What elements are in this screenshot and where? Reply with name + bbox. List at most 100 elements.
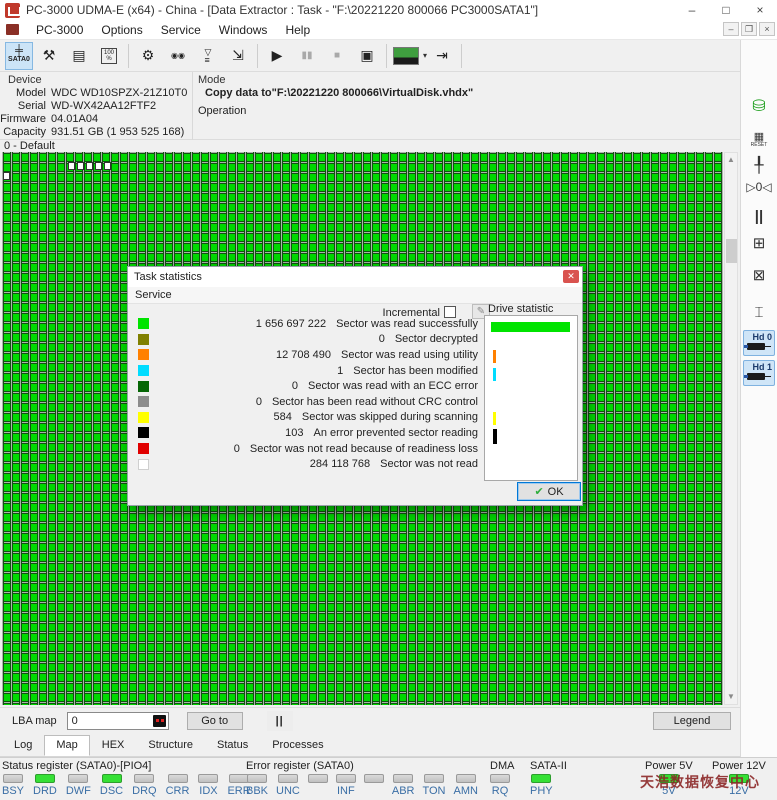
stat-row: 584 Sector was skipped during scanning [138, 410, 478, 426]
close-button[interactable]: × [743, 0, 777, 20]
error-register-group: Error register (SATA0) BBK UNC INF ABR TON AM… [246, 760, 478, 797]
stat-label: Sector has been read without CRC control [271, 395, 478, 408]
led-label: RQ [491, 785, 509, 797]
stat-value: 0 [255, 395, 262, 408]
lba-map-label: LBA map [12, 714, 57, 727]
unread-sector-block[interactable] [95, 162, 102, 170]
mdi-restore-button[interactable]: ❐ [741, 22, 757, 36]
ok-button[interactable]: ✔ OK [517, 482, 581, 501]
dialog-close-icon[interactable]: ✕ [563, 270, 579, 283]
restore-data-button[interactable]: ⛁ [741, 96, 777, 116]
toolbar-separator [461, 43, 463, 68]
menu-service[interactable]: Service [152, 21, 210, 39]
map-view-button[interactable] [392, 42, 420, 70]
stat-row: 1 656 697 222 Sector was read successfull… [138, 316, 478, 332]
tab-structure[interactable]: Structure [136, 735, 205, 756]
close-windows-icon: ⊠ [752, 267, 766, 284]
exit-task-button[interactable]: ⇥ [428, 42, 456, 70]
menu-bar: PC-3000 Options Service Windows Help – ❐… [0, 20, 777, 40]
mdi-minimize-button[interactable]: – [723, 22, 739, 36]
security-keys-button[interactable]: ⚙ [134, 42, 162, 70]
menu-help[interactable]: Help [276, 21, 319, 39]
commutation-button[interactable]: ╀ [741, 156, 777, 174]
menu-pc3000[interactable]: PC-3000 [27, 21, 92, 39]
map-scrollbar[interactable]: ▲ ▼ [724, 152, 738, 705]
unread-sector-block[interactable] [86, 162, 93, 170]
current-sector-marker[interactable] [3, 172, 10, 180]
window-title: PC-3000 UDMA-E (x64) - China - [Data Ext… [26, 3, 539, 17]
search-button[interactable]: ◉◉ [164, 42, 192, 70]
windows-cascade-button[interactable]: ▣ [353, 42, 381, 70]
percent-100-icon: 100% [100, 47, 117, 64]
app-icon [5, 2, 21, 18]
lba-dropdown-icon[interactable] [152, 714, 166, 727]
stat-row: 12 708 490 Sector was read using utility [138, 347, 478, 363]
led-indicator [101, 774, 122, 783]
minimize-button[interactable]: – [675, 0, 709, 20]
tab-processes[interactable]: Processes [260, 735, 335, 756]
tab-status[interactable]: Status [205, 735, 260, 756]
toolbar: ╪ SATA0 ⚒ ▤ 100% ⚙ ◉◉ ▽ ≡ ⇲ ▶ ▮▮ ■ ▣ ▾ ⇥ [0, 40, 740, 72]
led-indicator [167, 774, 188, 783]
stat-label: Sector was read with an ECC error [308, 380, 478, 393]
filter-button[interactable]: ▽ ≡ [194, 42, 222, 70]
maximize-button[interactable]: □ [709, 0, 743, 20]
drive-stat-bar [491, 322, 570, 332]
tab-map[interactable]: Map [44, 735, 90, 756]
stat-value: 284 118 768 [309, 458, 371, 471]
tab-hex[interactable]: HEX [90, 735, 137, 756]
scroll-down-icon[interactable]: ▼ [725, 690, 737, 704]
drive-statistic-label: Drive statistic [488, 303, 554, 315]
goto-button[interactable]: Go to [186, 711, 243, 730]
drive-passport-button[interactable]: ▤ [65, 42, 93, 70]
stat-color-swatch [138, 427, 149, 439]
stat-row: 284 118 768 Sector was not read [138, 456, 478, 472]
pause-sidebar-button[interactable]: || [741, 208, 777, 225]
drive-resources-button[interactable]: 100% [95, 42, 123, 70]
terminal-button[interactable]: ⌶ [741, 304, 777, 321]
menu-options[interactable]: Options [92, 21, 151, 39]
led-indicator [68, 774, 89, 783]
toolbar-separator [257, 43, 258, 68]
device-group: Device Model WDC WD10SPZX-21Z10T0 Serial… [0, 72, 193, 140]
led-label: AMN [453, 785, 478, 797]
utility-extensions-button[interactable]: ⊞ [741, 234, 777, 252]
legend-button[interactable]: Legend [653, 712, 731, 730]
reset-button[interactable]: ▦ RESET [741, 130, 777, 148]
stat-color-swatch [138, 396, 149, 408]
map-zone-label: 0 - Default [4, 140, 55, 152]
unread-sector-block[interactable] [104, 162, 111, 170]
dialog-title-bar[interactable]: Task statistics ✕ [128, 267, 582, 287]
dialog-menu-service[interactable]: Service [135, 289, 172, 301]
unread-sector-block[interactable] [68, 162, 75, 170]
sound-control-button[interactable]: ▷0◁ [741, 180, 777, 194]
led-unc: UNC [276, 774, 300, 797]
stat-color-swatch [138, 333, 149, 345]
hard-drive-icon [744, 373, 771, 380]
menu-windows[interactable]: Windows [210, 21, 277, 39]
pause-task-button[interactable]: ▮▮ [293, 42, 321, 70]
led-label: DRQ [132, 785, 157, 797]
start-task-button[interactable]: ▶ [263, 42, 291, 70]
stat-color-swatch [138, 365, 149, 377]
utility-tools-button[interactable]: ⚒ [35, 42, 63, 70]
app-window: PC-3000 UDMA-E (x64) - China - [Data Ext… [0, 0, 777, 800]
tab-log[interactable]: Log [2, 735, 44, 756]
led-label: BBK [246, 785, 269, 797]
lba-input[interactable]: 0 [66, 711, 169, 730]
stop-task-button[interactable]: ■ [323, 42, 351, 70]
export-folder-button[interactable]: ⇲ [224, 42, 252, 70]
stat-label: Sector decrypted [394, 333, 478, 346]
map-pause-button[interactable]: || [266, 710, 293, 731]
led-bbk: BBK [246, 774, 268, 797]
sata0-port-button[interactable]: ╪ SATA0 [5, 41, 33, 70]
scroll-up-icon[interactable]: ▲ [725, 153, 737, 167]
hd1-button[interactable]: Hd 1 [743, 360, 775, 386]
close-all-windows-button[interactable]: ⊠ [741, 266, 777, 284]
map-view-dropdown-caret[interactable]: ▾ [423, 51, 427, 60]
drive-stat-mark [493, 412, 496, 425]
hd0-button[interactable]: Hd 0 [743, 330, 775, 356]
scrollbar-thumb[interactable] [726, 239, 737, 263]
mdi-close-button[interactable]: × [759, 22, 775, 36]
unread-sector-block[interactable] [77, 162, 84, 170]
